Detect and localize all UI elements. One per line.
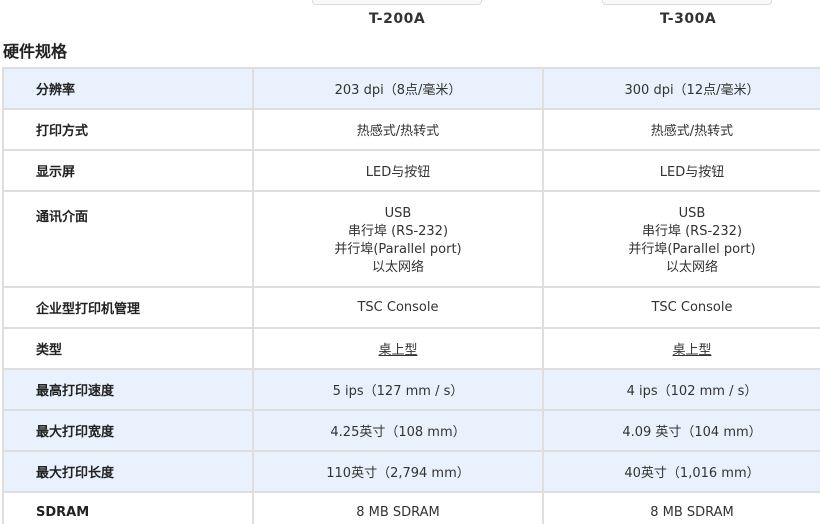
- model-tab-1: [312, 0, 482, 5]
- table-row: 企业型打印机管理 TSC Console TSC Console: [2, 286, 820, 329]
- spec-value-model-1: 5 ips（127 mm / s）: [252, 368, 544, 411]
- spec-value-model-2: 热感式/热转式: [542, 108, 820, 151]
- table-row: 通讯介面 USB 串行埠 (RS-232) 并行埠(Parallel port) 以太网…: [2, 190, 820, 288]
- spec-value-model-2: 300 dpi（12点/毫米）: [542, 67, 820, 110]
- spec-label: 分辨率: [2, 67, 254, 110]
- spec-label: 最高打印速度: [2, 368, 254, 411]
- spec-value-line: 以太网络: [371, 260, 424, 275]
- spec-value-line: 热感式/热转式: [356, 124, 440, 139]
- spec-label: 类型: [2, 327, 254, 370]
- spec-value-model-1: 热感式/热转式: [252, 108, 544, 151]
- spec-value-model-1: 203 dpi（8点/毫米）: [252, 67, 544, 110]
- spec-value-line: 8 MB SDRAM: [650, 505, 734, 520]
- section-title: 硬件规格: [3, 42, 68, 61]
- spec-value-line: 并行埠(Parallel port): [628, 242, 756, 257]
- spec-value-model-1: 4.25英寸（108 mm）: [252, 409, 544, 452]
- spec-value-model-2: LED与按钮: [542, 149, 820, 192]
- spec-table: 分辨率 203 dpi（8点/毫米） 300 dpi（12点/毫米） 打印方式 热感式/…: [2, 67, 820, 524]
- table-row: 类型 桌上型 桌上型: [2, 327, 820, 370]
- spec-value-model-1: LED与按钮: [252, 149, 544, 192]
- model-name-1: T-200A: [368, 11, 426, 27]
- spec-value-line: 300 dpi（12点/毫米）: [624, 83, 760, 98]
- table-row: 最大打印宽度 4.25英寸（108 mm） 4.09 英寸（104 mm）: [2, 409, 820, 452]
- spec-label: 打印方式: [2, 108, 254, 151]
- spec-label: SDRAM: [2, 491, 254, 524]
- spec-value-model-1: 桌上型: [252, 327, 544, 370]
- spec-value-model-1: USB 串行埠 (RS-232) 并行埠(Parallel port) 以太网络: [252, 190, 544, 288]
- spec-value-line[interactable]: 桌上型: [254, 339, 542, 358]
- spec-value-line: 40英寸（1,016 mm）: [624, 466, 760, 481]
- table-row: 最大打印长度 110英寸（2,794 mm） 40英寸（1,016 mm）: [2, 450, 820, 493]
- spec-value-model-2: TSC Console: [542, 286, 820, 329]
- spec-value-model-2: USB 串行埠 (RS-232) 并行埠(Parallel port) 以太网络: [542, 190, 820, 288]
- spec-value-line: 203 dpi（8点/毫米）: [334, 83, 462, 98]
- model-tab-2: [602, 0, 772, 5]
- model-name-2: T-300A: [659, 11, 717, 27]
- spec-value-line: TSC Console: [651, 300, 733, 315]
- spec-value-line: TSC Console: [357, 300, 439, 315]
- spec-value-line: 4 ips（102 mm / s）: [626, 384, 758, 399]
- spec-value-model-2: 桌上型: [542, 327, 820, 370]
- spec-value-line: 8 MB SDRAM: [356, 505, 440, 520]
- spec-value-line: 并行埠(Parallel port): [334, 242, 462, 257]
- spec-value-line: 110英寸（2,794 mm）: [326, 466, 470, 481]
- spec-label: 最大打印长度: [2, 450, 254, 493]
- spec-value-line: USB: [678, 206, 706, 221]
- table-row: 显示屏 LED与按钮 LED与按钮: [2, 149, 820, 192]
- spec-value-line: 4.25英寸（108 mm）: [330, 425, 466, 440]
- spec-value-line: 热感式/热转式: [650, 124, 734, 139]
- spec-value-line: LED与按钮: [659, 165, 725, 180]
- spec-value-line: 串行埠 (RS-232): [347, 224, 449, 239]
- spec-label: 企业型打印机管理: [2, 286, 254, 329]
- spec-value-model-2: 8 MB SDRAM: [542, 491, 820, 524]
- spec-label: 通讯介面: [2, 190, 254, 288]
- spec-value-model-2: 40英寸（1,016 mm）: [542, 450, 820, 493]
- spec-value-model-1: 8 MB SDRAM: [252, 491, 544, 524]
- table-row: SDRAM 8 MB SDRAM 8 MB SDRAM: [2, 491, 820, 524]
- spec-value-line[interactable]: 桌上型: [544, 339, 820, 358]
- spec-label: 显示屏: [2, 149, 254, 192]
- spec-value-line: 串行埠 (RS-232): [641, 224, 743, 239]
- spec-value-model-1: 110英寸（2,794 mm）: [252, 450, 544, 493]
- table-row: 分辨率 203 dpi（8点/毫米） 300 dpi（12点/毫米）: [2, 67, 820, 110]
- spec-value-line: 以太网络: [665, 260, 718, 275]
- spec-value-line: 5 ips（127 mm / s）: [332, 384, 464, 399]
- spec-label: 最大打印宽度: [2, 409, 254, 452]
- table-row: 最高打印速度 5 ips（127 mm / s） 4 ips（102 mm / s）: [2, 368, 820, 411]
- spec-value-model-2: 4 ips（102 mm / s）: [542, 368, 820, 411]
- spec-value-line: USB: [384, 206, 412, 221]
- spec-value-line: LED与按钮: [365, 165, 431, 180]
- spec-value-line: 4.09 英寸（104 mm）: [622, 425, 762, 440]
- spec-value-model-1: TSC Console: [252, 286, 544, 329]
- table-row: 打印方式 热感式/热转式 热感式/热转式: [2, 108, 820, 151]
- spec-value-model-2: 4.09 英寸（104 mm）: [542, 409, 820, 452]
